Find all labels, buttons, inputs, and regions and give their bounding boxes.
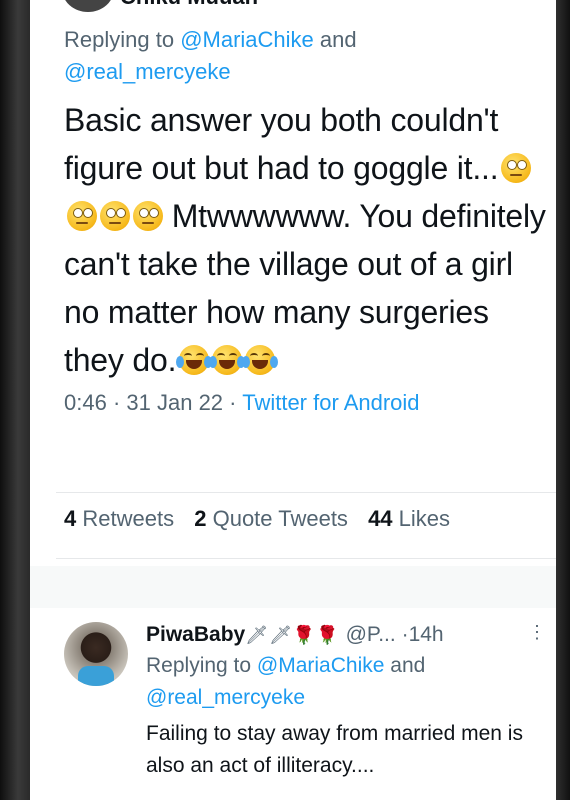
quotes-count: 2 bbox=[194, 506, 207, 531]
likes-label: Likes bbox=[398, 506, 451, 531]
tweet-text-part-1: Basic answer you both couldn't figure ou… bbox=[64, 102, 499, 186]
divider bbox=[56, 558, 556, 559]
tweet-meta: 0:46 · 31 Jan 22 · Twitter for Android bbox=[64, 390, 546, 416]
retweets-count: 4 bbox=[64, 506, 77, 531]
face-with-rolling-eyes-icon bbox=[100, 201, 130, 231]
tweet-body: Basic answer you both couldn't figure ou… bbox=[64, 96, 546, 384]
tweet-time[interactable]: 0:46 bbox=[64, 390, 107, 415]
tears-of-joy-icon bbox=[209, 345, 246, 375]
tears-of-joy-icon bbox=[176, 345, 213, 375]
reply-header: PiwaBaby🗡🗡🌹🌹 @P... ·14h bbox=[146, 620, 546, 650]
reply-handle[interactable]: @P... bbox=[346, 623, 396, 646]
avatar[interactable] bbox=[64, 622, 128, 686]
tweet-date[interactable]: 31 Jan 22 bbox=[126, 390, 223, 415]
main-tweet: Replying to @MariaChike and @real_mercye… bbox=[64, 24, 546, 416]
face-with-rolling-eyes-icon bbox=[133, 201, 163, 231]
quotes-label: Quote Tweets bbox=[212, 506, 348, 531]
quote-tweets-stat[interactable]: 2 Quote Tweets bbox=[194, 506, 348, 531]
retweets-stat[interactable]: 4 Retweets bbox=[64, 506, 174, 531]
tweet-source-link[interactable]: Twitter for Android bbox=[242, 390, 419, 415]
replying-to-line: Replying to @MariaChike and @real_mercye… bbox=[64, 24, 546, 88]
face-with-rolling-eyes-icon bbox=[67, 201, 97, 231]
top-author-name: Chiku Muuan bbox=[120, 0, 258, 10]
meta-separator: · bbox=[229, 390, 237, 415]
and-label: and bbox=[390, 654, 426, 677]
engagement-stats: 4 Retweets 2 Quote Tweets 44 Likes bbox=[64, 506, 464, 532]
and-label: and bbox=[319, 27, 357, 52]
tweet-screenshot: Chiku Muuan Replying to @MariaChike and … bbox=[30, 0, 556, 800]
mention-link[interactable]: @real_mercyeke bbox=[146, 686, 305, 709]
background-frame-left bbox=[0, 0, 30, 800]
background-frame-right bbox=[556, 0, 570, 800]
divider bbox=[56, 492, 556, 493]
meta-separator: · bbox=[112, 390, 121, 415]
mention-link[interactable]: @real_mercyeke bbox=[64, 59, 231, 84]
tears-of-joy-icon bbox=[242, 345, 279, 375]
reply-tweet[interactable]: ⋮ PiwaBaby🗡🗡🌹🌹 @P... ·14h Replying to @M… bbox=[30, 610, 556, 800]
likes-count: 44 bbox=[368, 506, 393, 531]
reply-body: PiwaBaby🗡🗡🌹🌹 @P... ·14h Replying to @Mar… bbox=[146, 620, 546, 782]
mention-link[interactable]: @MariaChike bbox=[180, 27, 314, 52]
meta-separator: · bbox=[401, 623, 409, 646]
reply-time[interactable]: 14h bbox=[409, 623, 444, 646]
name-emoji-icons: 🗡🗡🌹🌹 bbox=[245, 625, 340, 645]
reply-text: Failing to stay away from married men is… bbox=[146, 722, 523, 777]
tears-of-joy-icons bbox=[176, 342, 279, 378]
retweets-label: Retweets bbox=[82, 506, 175, 531]
face-with-rolling-eyes-icon bbox=[501, 153, 532, 183]
replying-to-line: Replying to @MariaChike and @real_mercye… bbox=[146, 650, 546, 714]
likes-stat[interactable]: 44 Likes bbox=[368, 506, 450, 531]
reply-author-name[interactable]: PiwaBaby bbox=[146, 623, 245, 646]
replying-to-label: Replying to bbox=[146, 654, 252, 677]
replying-to-label: Replying to bbox=[64, 27, 175, 52]
mention-link[interactable]: @MariaChike bbox=[257, 654, 385, 677]
section-gap bbox=[30, 566, 556, 608]
top-avatar bbox=[62, 0, 114, 12]
